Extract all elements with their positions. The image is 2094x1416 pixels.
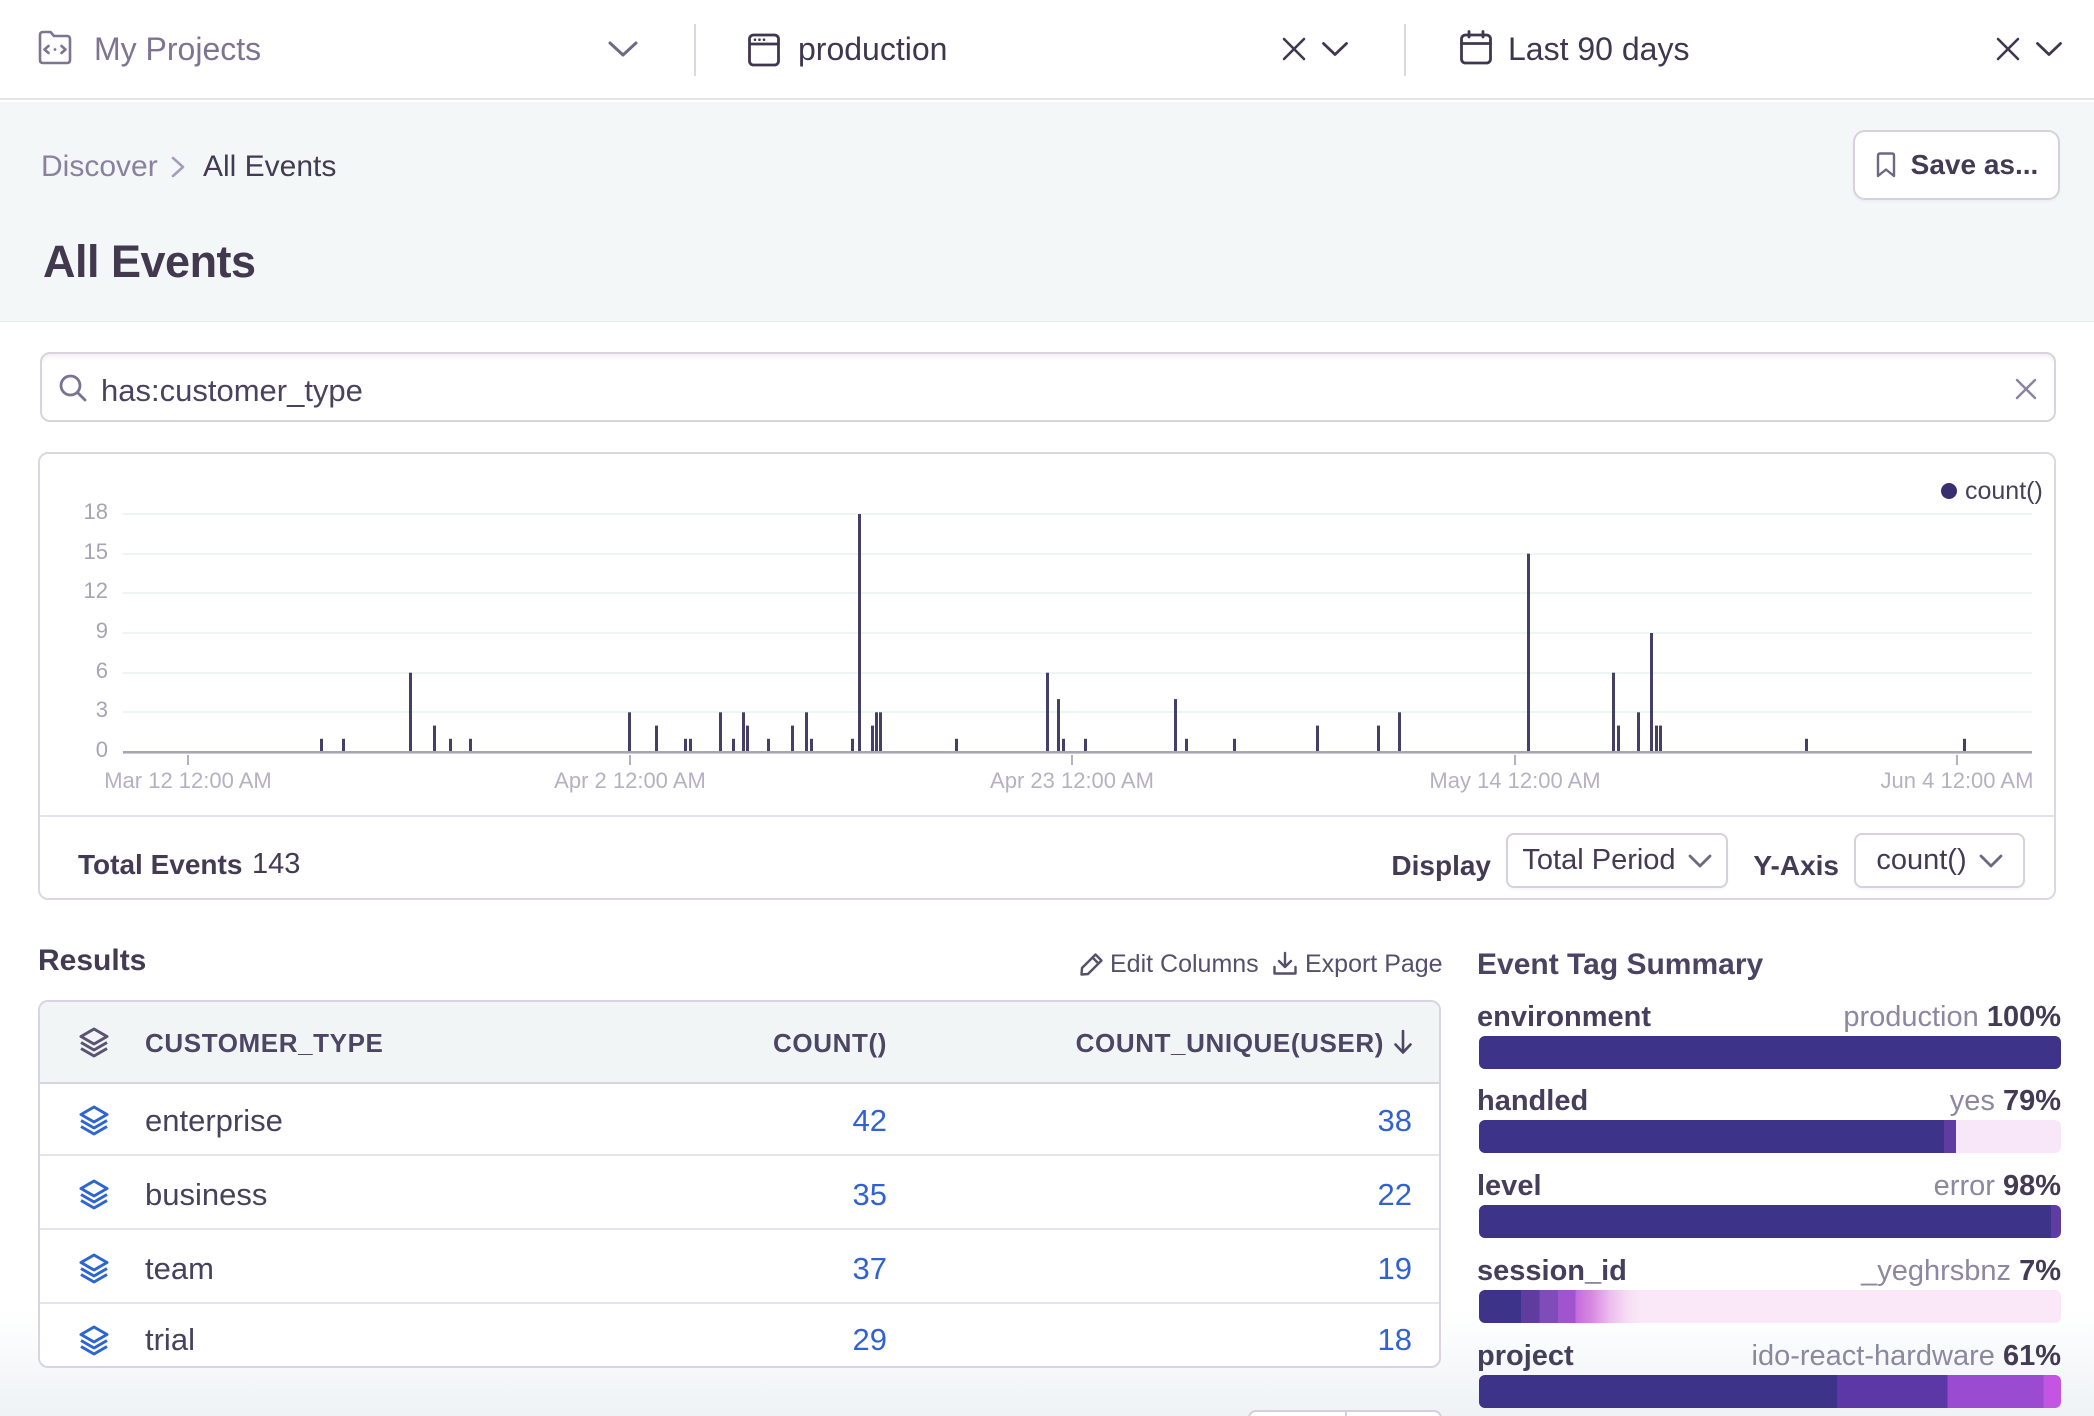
svg-text:Apr 2 12:00 AM: Apr 2 12:00 AM [554,768,706,793]
svg-text:May 14 12:00 AM: May 14 12:00 AM [1429,768,1600,793]
svg-text:9: 9 [96,618,108,643]
svg-text:Jun 4 12:00 AM: Jun 4 12:00 AM [1881,768,2034,793]
svg-text:count(): count() [1965,477,2043,505]
svg-text:6: 6 [96,658,108,683]
svg-text:0: 0 [96,737,108,762]
svg-text:12: 12 [84,578,108,603]
svg-text:18: 18 [84,499,108,524]
svg-text:Apr 23 12:00 AM: Apr 23 12:00 AM [990,768,1154,793]
svg-text:15: 15 [84,539,108,564]
svg-text:3: 3 [96,697,108,722]
svg-text:Mar 12 12:00 AM: Mar 12 12:00 AM [104,768,272,793]
